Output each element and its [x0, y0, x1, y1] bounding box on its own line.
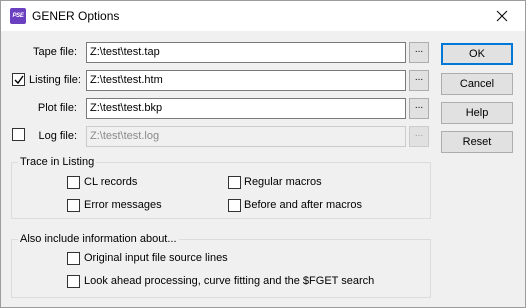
reset-button[interactable]: Reset [441, 131, 513, 153]
look-ahead-label[interactable]: Look ahead processing, curve fitting and… [84, 275, 374, 287]
cancel-button[interactable]: Cancel [441, 73, 513, 95]
before-after-macros-label[interactable]: Before and after macros [244, 199, 362, 211]
title-bar[interactable]: PSE GENER Options [1, 1, 525, 31]
log-file-input: Z:\test\test.log [86, 126, 406, 147]
also-include-title: Also include information about... [18, 233, 179, 245]
app-icon: PSE [10, 8, 26, 24]
close-icon [496, 10, 508, 22]
checkmark-icon [14, 75, 24, 85]
window-title: GENER Options [32, 9, 120, 23]
listing-file-input[interactable]: Z:\test\test.htm [86, 70, 406, 91]
trace-in-listing-title: Trace in Listing [18, 156, 97, 168]
regular-macros-label[interactable]: Regular macros [244, 176, 322, 188]
listing-file-checkbox[interactable] [12, 73, 25, 86]
original-input-checkbox[interactable] [67, 252, 80, 265]
options-dialog: PSE GENER Options Tape file: Z:\test\tes… [0, 0, 526, 308]
listing-file-browse-button[interactable]: ... [409, 70, 429, 91]
regular-macros-checkbox[interactable] [228, 176, 241, 189]
tape-file-input[interactable]: Z:\test\test.tap [86, 42, 406, 63]
error-messages-label[interactable]: Error messages [84, 199, 162, 211]
help-button[interactable]: Help [441, 102, 513, 124]
tape-file-browse-button[interactable]: ... [409, 42, 429, 63]
listing-file-label[interactable]: Listing file: [29, 74, 81, 86]
tape-file-label: Tape file: [32, 46, 77, 58]
look-ahead-checkbox[interactable] [67, 275, 80, 288]
log-file-label[interactable]: Log file: [21, 130, 77, 142]
log-file-browse-button: ... [409, 126, 429, 147]
before-after-macros-checkbox[interactable] [228, 199, 241, 212]
cl-records-checkbox[interactable] [67, 176, 80, 189]
plot-file-label: Plot file: [37, 102, 77, 114]
original-input-label[interactable]: Original input file source lines [84, 252, 228, 264]
plot-file-browse-button[interactable]: ... [409, 98, 429, 119]
close-button[interactable] [479, 1, 525, 31]
cl-records-label[interactable]: CL records [84, 176, 137, 188]
ok-button[interactable]: OK [441, 43, 513, 65]
plot-file-input[interactable]: Z:\test\test.bkp [86, 98, 406, 119]
error-messages-checkbox[interactable] [67, 199, 80, 212]
also-include-group [11, 239, 431, 298]
